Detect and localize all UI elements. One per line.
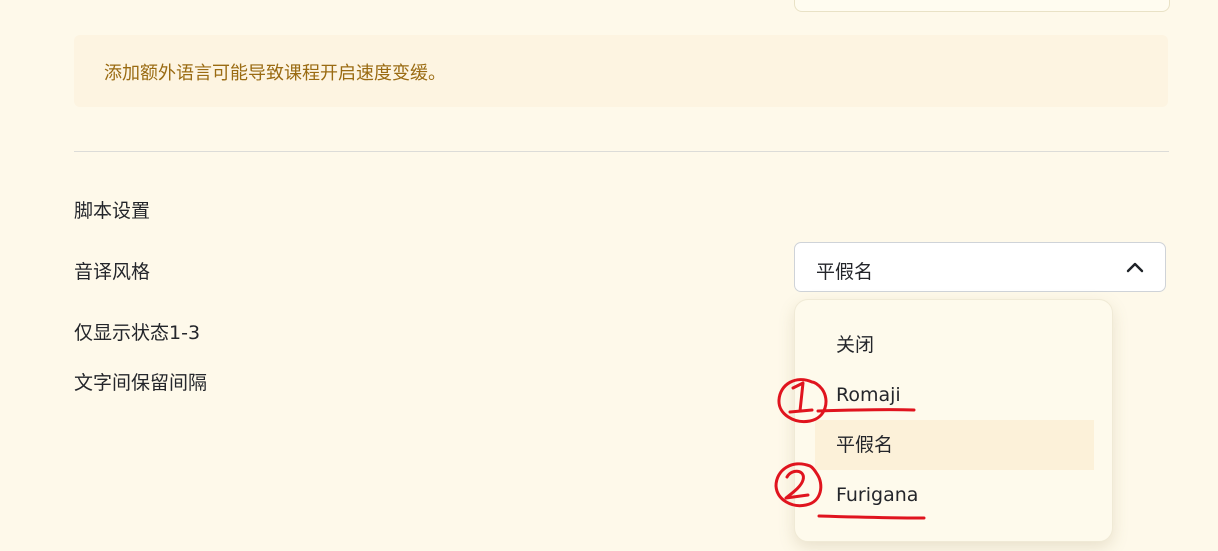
chevron-up-icon (1126, 262, 1144, 273)
option-hiragana[interactable]: 平假名 (815, 420, 1094, 470)
transliteration-style-select[interactable]: 平假名 (794, 242, 1166, 292)
previous-field[interactable] (794, 0, 1170, 12)
transliteration-style-label: 音译风格 (74, 261, 151, 283)
status-filter-label: 仅显示状态1-3 (74, 322, 201, 344)
select-value: 平假名 (816, 261, 874, 283)
transliteration-options-menu: 关闭 Romaji 平假名 Furigana (794, 299, 1113, 542)
option-romaji[interactable]: Romaji (815, 370, 1094, 420)
character-spacing-label: 文字间保留间隔 (74, 372, 208, 394)
option-furigana[interactable]: Furigana (815, 470, 1094, 520)
option-off[interactable]: 关闭 (815, 320, 1094, 370)
section-title: 脚本设置 (74, 200, 151, 222)
language-notice: 添加额外语言可能导致课程开启速度变缓。 (74, 35, 1168, 107)
section-divider (74, 151, 1169, 152)
notice-text: 添加额外语言可能导致课程开启速度变缓。 (104, 63, 446, 84)
